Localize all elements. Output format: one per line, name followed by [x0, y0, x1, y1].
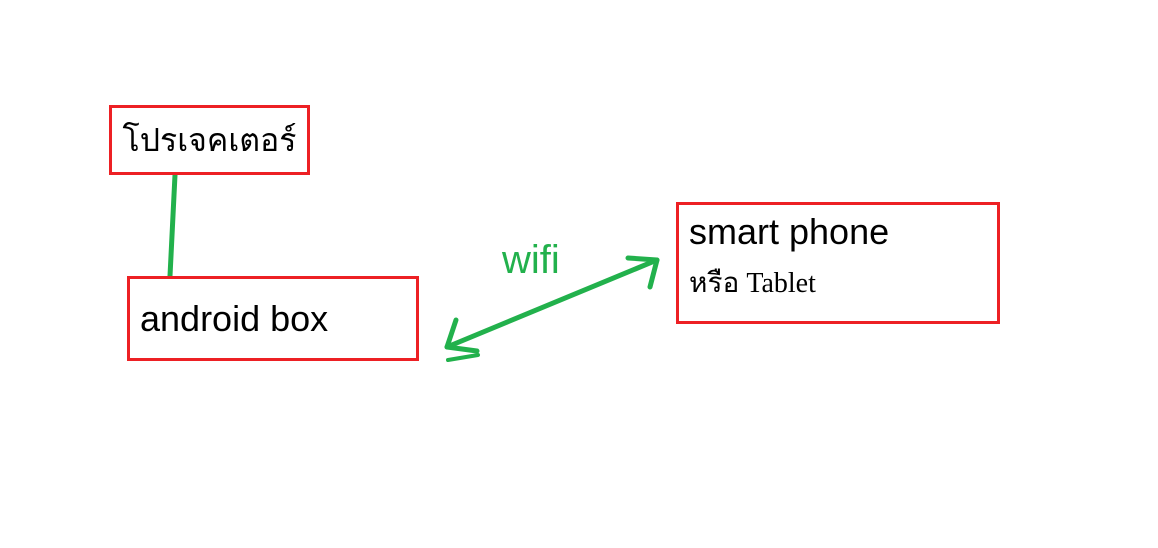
projector-label: โปรเจคเตอร์ [123, 115, 297, 166]
smartphone-label-line2: หรือ Tablet [689, 261, 987, 305]
projector-node: โปรเจคเตอร์ [109, 105, 310, 175]
smartphone-node: smart phone หรือ Tablet [676, 202, 1000, 324]
smartphone-label-line1: smart phone [689, 211, 987, 253]
android-box-node: android box [127, 276, 419, 361]
wifi-edge-label: wifi [502, 238, 560, 283]
wifi-arrowhead-left [447, 320, 477, 351]
android-box-label: android box [140, 298, 328, 340]
wifi-arrowhead-right [628, 258, 657, 287]
stray-stroke [448, 355, 478, 360]
projector-to-android-line [170, 175, 175, 276]
